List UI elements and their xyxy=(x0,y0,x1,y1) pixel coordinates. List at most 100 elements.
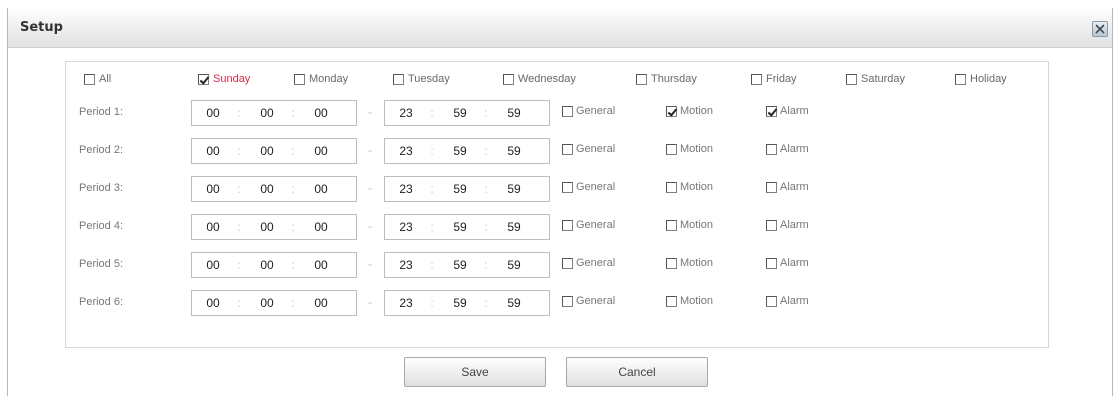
motion-checkbox[interactable]: Motion xyxy=(666,219,713,231)
end-time-input[interactable]: 23:59:59 xyxy=(384,100,550,126)
second-field[interactable]: 59 xyxy=(503,258,525,272)
minute-field[interactable]: 00 xyxy=(256,144,278,158)
save-button[interactable]: Save xyxy=(404,357,546,387)
day-checkbox-wednesday[interactable]: Wednesday xyxy=(503,70,576,88)
checkbox-icon[interactable] xyxy=(562,181,573,193)
alarm-checkbox[interactable]: Alarm xyxy=(766,105,809,117)
general-checkbox[interactable]: General xyxy=(562,295,615,307)
checkbox-icon[interactable] xyxy=(636,73,647,85)
day-checkbox-monday[interactable]: Monday xyxy=(294,70,348,88)
second-field[interactable]: 00 xyxy=(310,296,332,310)
minute-field[interactable]: 00 xyxy=(256,220,278,234)
hour-field[interactable]: 00 xyxy=(202,182,224,196)
general-checkbox[interactable]: General xyxy=(562,257,615,269)
checkbox-icon[interactable] xyxy=(294,73,305,85)
second-field[interactable]: 59 xyxy=(503,106,525,120)
end-time-input[interactable]: 23:59:59 xyxy=(384,214,550,240)
second-field[interactable]: 59 xyxy=(503,144,525,158)
hour-field[interactable]: 23 xyxy=(395,258,417,272)
alarm-checkbox[interactable]: Alarm xyxy=(766,257,809,269)
cancel-button[interactable]: Cancel xyxy=(566,357,708,387)
alarm-checkbox[interactable]: Alarm xyxy=(766,219,809,231)
checkbox-icon[interactable] xyxy=(562,143,573,155)
alarm-checkbox[interactable]: Alarm xyxy=(766,295,809,307)
checkbox-icon[interactable] xyxy=(503,73,514,85)
minute-field[interactable]: 59 xyxy=(449,258,471,272)
general-checkbox[interactable]: General xyxy=(562,181,615,193)
checkbox-icon[interactable] xyxy=(562,219,573,231)
minute-field[interactable]: 59 xyxy=(449,296,471,310)
minute-field[interactable]: 59 xyxy=(449,220,471,234)
minute-field[interactable]: 00 xyxy=(256,296,278,310)
checkbox-icon[interactable] xyxy=(666,143,677,155)
start-time-input[interactable]: 00:00:00 xyxy=(191,252,357,278)
hour-field[interactable]: 23 xyxy=(395,106,417,120)
checkbox-icon[interactable] xyxy=(766,219,777,231)
start-time-input[interactable]: 00:00:00 xyxy=(191,290,357,316)
checkbox-icon[interactable] xyxy=(562,257,573,269)
general-checkbox[interactable]: General xyxy=(562,219,615,231)
second-field[interactable]: 00 xyxy=(310,106,332,120)
day-checkbox-thursday[interactable]: Thursday xyxy=(636,70,697,88)
minute-field[interactable]: 00 xyxy=(256,258,278,272)
hour-field[interactable]: 00 xyxy=(202,296,224,310)
second-field[interactable]: 00 xyxy=(310,182,332,196)
checkbox-icon[interactable] xyxy=(562,105,573,117)
checkbox-icon[interactable] xyxy=(562,295,573,307)
general-checkbox[interactable]: General xyxy=(562,143,615,155)
checkbox-icon[interactable] xyxy=(846,73,857,85)
checkbox-icon[interactable] xyxy=(393,73,404,85)
checkbox-icon[interactable] xyxy=(766,143,777,155)
end-time-input[interactable]: 23:59:59 xyxy=(384,290,550,316)
hour-field[interactable]: 00 xyxy=(202,106,224,120)
minute-field[interactable]: 59 xyxy=(449,144,471,158)
alarm-checkbox[interactable]: Alarm xyxy=(766,143,809,155)
checkbox-icon[interactable] xyxy=(666,181,677,193)
minute-field[interactable]: 00 xyxy=(256,182,278,196)
motion-checkbox[interactable]: Motion xyxy=(666,105,713,117)
hour-field[interactable]: 00 xyxy=(202,144,224,158)
general-checkbox[interactable]: General xyxy=(562,105,615,117)
checkbox-icon[interactable] xyxy=(84,73,95,85)
hour-field[interactable]: 23 xyxy=(395,220,417,234)
day-checkbox-sunday[interactable]: Sunday xyxy=(198,70,250,88)
checkbox-icon[interactable] xyxy=(766,257,777,269)
motion-checkbox[interactable]: Motion xyxy=(666,181,713,193)
second-field[interactable]: 59 xyxy=(503,182,525,196)
hour-field[interactable]: 23 xyxy=(395,182,417,196)
second-field[interactable]: 59 xyxy=(503,220,525,234)
hour-field[interactable]: 23 xyxy=(395,144,417,158)
checkbox-icon[interactable] xyxy=(955,73,966,85)
minute-field[interactable]: 59 xyxy=(449,182,471,196)
checkbox-icon[interactable] xyxy=(766,181,777,193)
end-time-input[interactable]: 23:59:59 xyxy=(384,138,550,164)
second-field[interactable]: 00 xyxy=(310,220,332,234)
end-time-input[interactable]: 23:59:59 xyxy=(384,176,550,202)
checkbox-icon[interactable] xyxy=(666,219,677,231)
motion-checkbox[interactable]: Motion xyxy=(666,257,713,269)
start-time-input[interactable]: 00:00:00 xyxy=(191,214,357,240)
second-field[interactable]: 59 xyxy=(503,296,525,310)
hour-field[interactable]: 00 xyxy=(202,258,224,272)
checkbox-icon[interactable] xyxy=(766,295,777,307)
close-icon[interactable] xyxy=(1092,21,1108,37)
start-time-input[interactable]: 00:00:00 xyxy=(191,100,357,126)
alarm-checkbox[interactable]: Alarm xyxy=(766,181,809,193)
second-field[interactable]: 00 xyxy=(310,144,332,158)
start-time-input[interactable]: 00:00:00 xyxy=(191,138,357,164)
checkbox-icon[interactable] xyxy=(666,295,677,307)
day-checkbox-saturday[interactable]: Saturday xyxy=(846,70,905,88)
checkbox-icon[interactable] xyxy=(751,73,762,85)
minute-field[interactable]: 00 xyxy=(256,106,278,120)
day-checkbox-holiday[interactable]: Holiday xyxy=(955,70,1007,88)
day-checkbox-all[interactable]: All xyxy=(84,70,111,88)
checkbox-icon[interactable] xyxy=(666,105,677,117)
checkbox-icon[interactable] xyxy=(766,105,777,117)
day-checkbox-friday[interactable]: Friday xyxy=(751,70,797,88)
start-time-input[interactable]: 00:00:00 xyxy=(191,176,357,202)
motion-checkbox[interactable]: Motion xyxy=(666,295,713,307)
hour-field[interactable]: 23 xyxy=(395,296,417,310)
end-time-input[interactable]: 23:59:59 xyxy=(384,252,550,278)
hour-field[interactable]: 00 xyxy=(202,220,224,234)
minute-field[interactable]: 59 xyxy=(449,106,471,120)
